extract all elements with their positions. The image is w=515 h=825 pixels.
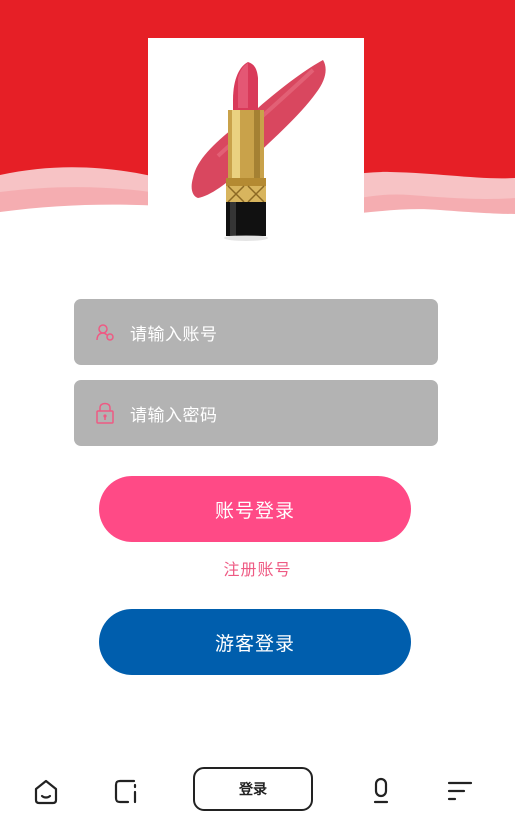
account-login-button[interactable]: 账号登录 [99,476,411,542]
guest-login-button[interactable]: 游客登录 [99,609,411,675]
password-input[interactable]: 请输入密码 [74,380,438,446]
bottom-nav-bar: 登录 [0,760,515,825]
lipstick-image [148,38,364,248]
window-icon[interactable] [109,774,143,808]
nav-login-button[interactable]: 登录 [193,767,313,811]
lock-icon [94,402,116,424]
account-input[interactable]: 请输入账号 [74,299,438,365]
password-placeholder: 请输入密码 [130,405,218,426]
home-icon[interactable] [29,774,63,808]
user-icon [94,321,116,343]
register-link[interactable]: 注册账号 [0,556,515,580]
account-placeholder: 请输入账号 [130,324,218,345]
menu-icon[interactable] [443,774,477,808]
mic-icon[interactable] [364,774,398,808]
